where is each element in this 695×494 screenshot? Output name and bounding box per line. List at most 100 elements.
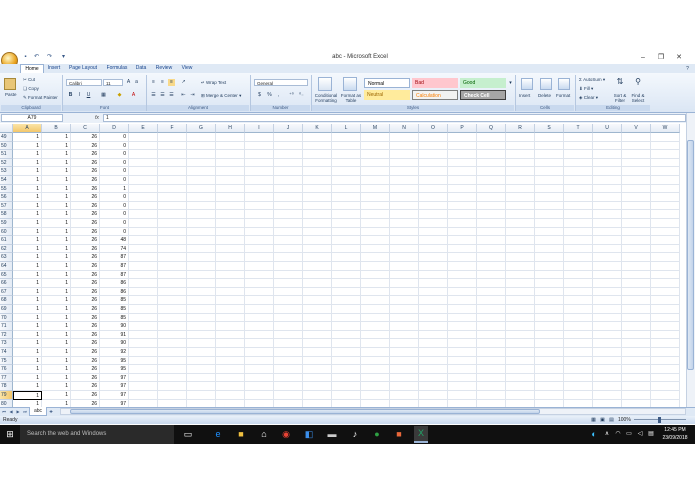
cell[interactable] (593, 158, 622, 168)
cell[interactable] (564, 193, 593, 202)
cell[interactable] (419, 313, 448, 323)
cell[interactable] (622, 150, 651, 159)
redo-icon[interactable]: ↷ (46, 54, 53, 60)
cell[interactable] (651, 176, 680, 185)
cell[interactable] (622, 399, 651, 407)
cell[interactable] (332, 399, 361, 407)
cell[interactable] (216, 305, 245, 314)
cell[interactable]: 1 (13, 399, 42, 407)
percent-icon[interactable]: % (266, 92, 273, 99)
cell[interactable] (448, 141, 477, 151)
cell[interactable] (187, 322, 216, 331)
cell[interactable]: 1 (13, 227, 42, 237)
cell[interactable] (651, 184, 680, 194)
cell[interactable] (448, 210, 477, 219)
column-header-J[interactable]: J (274, 124, 303, 133)
cell[interactable]: 1 (13, 253, 42, 262)
cell[interactable] (187, 184, 216, 194)
cell[interactable] (419, 339, 448, 348)
cell[interactable] (593, 365, 622, 374)
cell[interactable] (448, 253, 477, 262)
cell[interactable] (129, 176, 158, 185)
cell[interactable] (216, 348, 245, 357)
cell[interactable] (651, 227, 680, 237)
cell[interactable]: 1 (13, 133, 42, 142)
cell[interactable] (506, 244, 535, 254)
cell[interactable] (419, 210, 448, 219)
prev-sheet-icon[interactable]: ◀ (8, 408, 14, 415)
cell[interactable] (274, 184, 303, 194)
cell[interactable] (651, 141, 680, 151)
cell[interactable] (129, 219, 158, 228)
horizontal-scroll-thumb[interactable] (70, 409, 540, 414)
row-header[interactable]: 78 (0, 382, 13, 391)
cell[interactable] (477, 167, 506, 176)
cell[interactable] (303, 270, 332, 280)
increase-decimal-icon[interactable]: ⁺⁰ (288, 92, 295, 99)
cell[interactable] (390, 399, 419, 407)
decrease-decimal-icon[interactable]: ⁰₋ (298, 92, 305, 99)
cell[interactable]: 26 (71, 219, 100, 228)
cell[interactable] (361, 219, 390, 228)
cell[interactable] (448, 373, 477, 383)
cell[interactable] (448, 296, 477, 305)
cell[interactable] (419, 382, 448, 391)
cell[interactable] (535, 270, 564, 280)
cell[interactable] (187, 382, 216, 391)
cell[interactable]: 26 (71, 227, 100, 237)
column-header-L[interactable]: L (332, 124, 361, 133)
cell[interactable]: 86 (100, 287, 129, 297)
cell[interactable] (129, 322, 158, 331)
cell[interactable] (129, 158, 158, 168)
cell[interactable]: 87 (100, 262, 129, 271)
cell[interactable] (622, 339, 651, 348)
chrome-icon[interactable]: ◉ (280, 428, 292, 440)
cell[interactable] (390, 330, 419, 340)
cell[interactable] (622, 356, 651, 366)
decrease-indent-icon[interactable]: ⇤ (180, 92, 187, 99)
cell[interactable] (245, 322, 274, 331)
cell[interactable] (535, 227, 564, 237)
cell[interactable] (303, 313, 332, 323)
cell[interactable] (448, 391, 477, 400)
currency-icon[interactable]: $ (256, 92, 263, 99)
cell[interactable]: 26 (71, 322, 100, 331)
cell[interactable] (535, 279, 564, 288)
cell[interactable] (477, 253, 506, 262)
cell[interactable] (477, 236, 506, 245)
cell[interactable] (158, 253, 187, 262)
column-header-I[interactable]: I (245, 124, 274, 133)
cell[interactable] (506, 193, 535, 202)
cell[interactable] (477, 270, 506, 280)
cell[interactable] (419, 356, 448, 366)
cell[interactable] (158, 382, 187, 391)
row-header[interactable]: 60 (0, 227, 13, 237)
copy-button[interactable]: ❏ Copy (23, 86, 39, 92)
cell[interactable] (564, 219, 593, 228)
cell[interactable] (245, 305, 274, 314)
fill-button[interactable]: ⬇ Fill ▾ (579, 86, 593, 92)
cell[interactable]: 1 (42, 236, 71, 245)
cell[interactable] (361, 382, 390, 391)
cell[interactable] (593, 236, 622, 245)
cell[interactable] (361, 141, 390, 151)
cell[interactable]: 87 (100, 253, 129, 262)
cell[interactable] (361, 244, 390, 254)
cell[interactable]: 26 (71, 313, 100, 323)
insert-function-icon[interactable]: fx (92, 114, 102, 122)
cell[interactable] (390, 262, 419, 271)
cell[interactable] (361, 279, 390, 288)
cell[interactable] (129, 373, 158, 383)
cell[interactable] (274, 279, 303, 288)
cell[interactable] (390, 150, 419, 159)
cell[interactable] (303, 287, 332, 297)
column-header-T[interactable]: T (564, 124, 593, 133)
cell[interactable] (651, 210, 680, 219)
cell[interactable] (361, 373, 390, 383)
cell[interactable] (448, 365, 477, 374)
cell[interactable] (274, 244, 303, 254)
cell[interactable] (535, 262, 564, 271)
style-normal[interactable]: Normal (364, 78, 410, 88)
cell[interactable] (593, 150, 622, 159)
cell[interactable] (216, 356, 245, 366)
